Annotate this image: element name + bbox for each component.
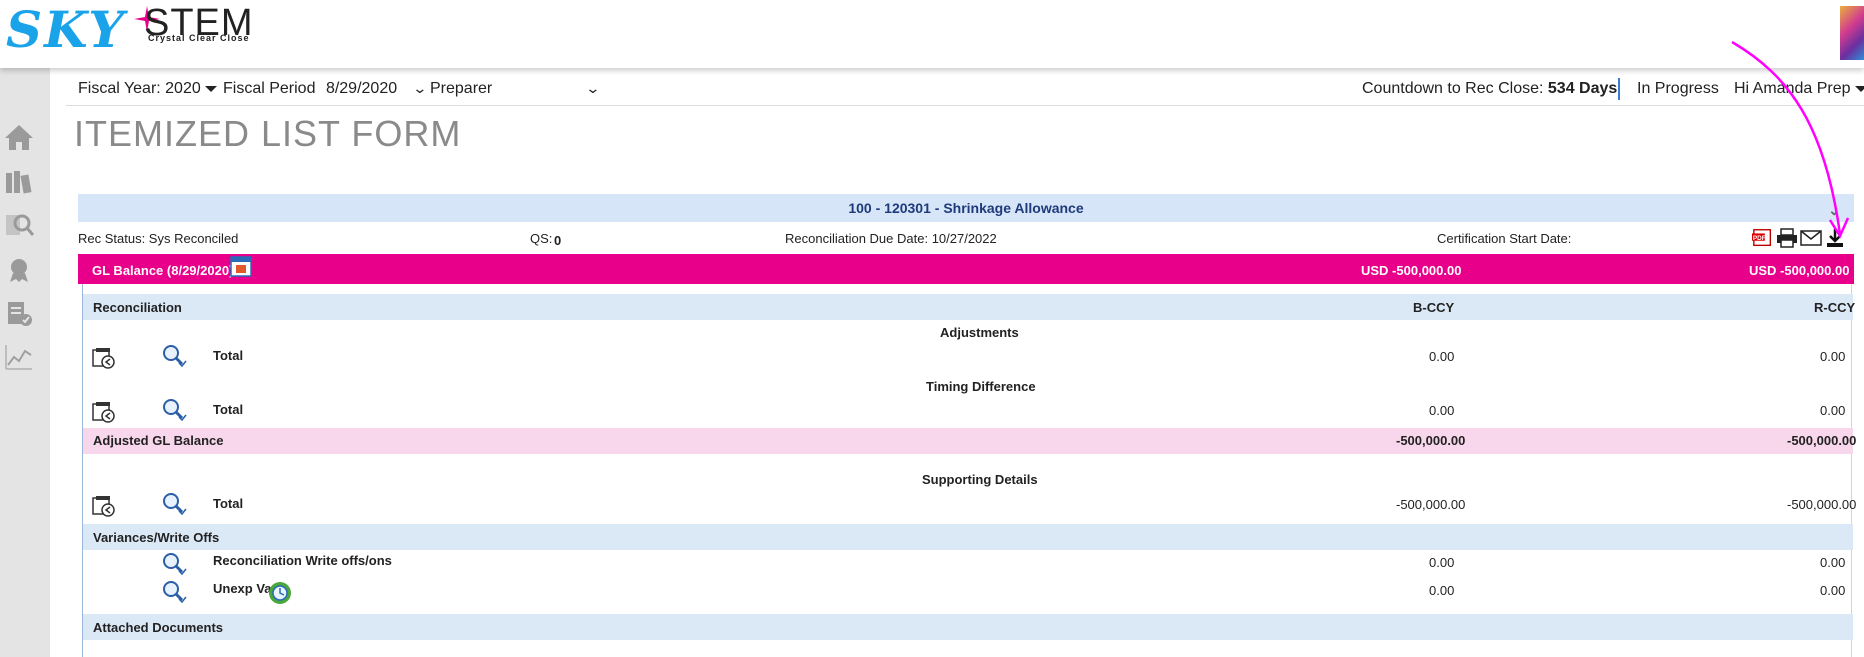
countdown: Countdown to Rec Close: 534 Days bbox=[1362, 80, 1617, 98]
search-detail-icon[interactable] bbox=[161, 492, 187, 516]
filter-bar: Fiscal Year: 2020 Fiscal Period 8/29/202… bbox=[66, 72, 1864, 106]
left-sidebar bbox=[0, 68, 50, 657]
unexp-var-bccy: 0.00 bbox=[1429, 583, 1455, 598]
calendar-icon[interactable] bbox=[230, 255, 252, 277]
supporting-title: Supporting Details bbox=[922, 472, 1038, 487]
adjusted-rccy: -500,000.00 bbox=[1787, 433, 1857, 448]
logo-tagline: Crystal Clear Close bbox=[148, 33, 250, 43]
fiscal-period-label: Fiscal Period bbox=[223, 80, 316, 97]
chevron-down-icon: ⌄ bbox=[584, 80, 601, 96]
supporting-details-section: Supporting Details Total -500,000.00 -50… bbox=[83, 454, 1857, 524]
writeoffs-rccy: 0.00 bbox=[1820, 555, 1846, 570]
top-header: SKY STEM Crystal Clear Close bbox=[0, 0, 1864, 68]
due-date: Reconciliation Due Date: 10/27/2022 bbox=[785, 231, 997, 246]
search-report-icon[interactable] bbox=[2, 208, 36, 242]
library-icon[interactable] bbox=[2, 164, 36, 198]
status-row: Rec Status: Sys Reconciled QS: 0 Reconci… bbox=[78, 222, 1854, 254]
adjustments-total-label: Total bbox=[213, 348, 244, 363]
writeoffs-row: Reconciliation Write offs/ons 0.00 0.00 bbox=[83, 550, 1853, 578]
adjustments-rccy: 0.00 bbox=[1820, 349, 1846, 364]
attached-documents-row: Attached Documents bbox=[83, 614, 1853, 640]
account-header: 100 - 120301 - Shrinkage Allowance ⌄ bbox=[78, 194, 1854, 222]
timing-total-label: Total bbox=[213, 402, 244, 417]
checklist-icon[interactable] bbox=[2, 296, 36, 330]
search-detail-icon[interactable] bbox=[161, 398, 187, 422]
countdown-value: 534 Days bbox=[1547, 80, 1618, 97]
logo-sky-text: SKY bbox=[6, 0, 126, 59]
adjustments-title: Adjustments bbox=[940, 325, 1019, 340]
reconciliation-grid: Reconciliation B-CCY R-CCY Adjustments T… bbox=[82, 284, 1857, 657]
countdown-label: Countdown to Rec Close: bbox=[1362, 80, 1544, 97]
rec-status: Rec Status: Sys Reconciled bbox=[78, 231, 239, 246]
divider bbox=[1618, 78, 1620, 100]
search-detail-icon[interactable] bbox=[161, 580, 187, 604]
refresh-icon[interactable] bbox=[267, 580, 293, 606]
adjusted-gl-balance-row: Adjusted GL Balance -500,000.00 -500,000… bbox=[83, 428, 1857, 454]
supporting-total-label: Total bbox=[213, 496, 244, 511]
gl-balance-label: GL Balance (8/29/2020) bbox=[92, 263, 234, 278]
role-dropdown[interactable]: Preparer ⌄ bbox=[430, 80, 601, 98]
adjustments-bccy: 0.00 bbox=[1429, 349, 1455, 364]
timing-rccy: 0.00 bbox=[1820, 403, 1846, 418]
writeoffs-label: Reconciliation Write offs/ons bbox=[213, 553, 392, 568]
add-item-icon[interactable] bbox=[91, 494, 117, 518]
fiscal-year-label: Fiscal Year: 2020 bbox=[78, 80, 201, 97]
analytics-icon[interactable] bbox=[2, 340, 36, 374]
writeoffs-bccy: 0.00 bbox=[1429, 555, 1455, 570]
qs-value: 0 bbox=[554, 233, 562, 248]
adjustments-section: Adjustments Total 0.00 0.00 bbox=[83, 320, 1853, 374]
reconciliation-label: Reconciliation bbox=[93, 300, 182, 315]
gl-balance-bccy: USD -500,000.00 bbox=[1361, 263, 1462, 278]
fiscal-period-dropdown[interactable]: Fiscal Period 8/29/2020 ⌄ bbox=[223, 80, 428, 98]
account-title: 100 - 120301 - Shrinkage Allowance bbox=[848, 200, 1084, 216]
certification-icon[interactable] bbox=[2, 252, 36, 286]
home-icon[interactable] bbox=[2, 120, 36, 154]
supporting-rccy: -500,000.00 bbox=[1787, 497, 1857, 512]
timing-difference-section: Timing Difference Total 0.00 0.00 bbox=[83, 374, 1853, 428]
fiscal-period-value: 8/29/2020 bbox=[325, 80, 398, 97]
adjusted-gl-balance-label: Adjusted GL Balance bbox=[93, 433, 224, 448]
caret-down-icon bbox=[204, 85, 217, 92]
unexp-var-rccy: 0.00 bbox=[1820, 583, 1846, 598]
variances-header-row: Variances/Write Offs bbox=[83, 524, 1853, 550]
unexplained-variance-row: Unexp Var 0.00 0.00 bbox=[83, 578, 1853, 608]
role-value: Preparer bbox=[430, 80, 493, 97]
gl-balance-rccy: USD -500,000.00 bbox=[1749, 263, 1850, 278]
supporting-bccy: -500,000.00 bbox=[1396, 497, 1466, 512]
add-item-icon[interactable] bbox=[91, 400, 117, 424]
chevron-down-icon: ⌄ bbox=[411, 80, 428, 96]
variances-label: Variances/Write Offs bbox=[93, 530, 220, 545]
qs-label: QS: bbox=[530, 231, 553, 246]
bccy-column-header: B-CCY bbox=[1413, 300, 1455, 315]
fiscal-year-dropdown[interactable]: Fiscal Year: 2020 bbox=[78, 80, 217, 98]
rccy-column-header: R-CCY bbox=[1814, 300, 1856, 315]
add-item-icon[interactable] bbox=[91, 346, 117, 370]
skystem-logo[interactable]: SKY STEM Crystal Clear Close bbox=[6, 0, 276, 60]
timing-bccy: 0.00 bbox=[1429, 403, 1455, 418]
attached-documents-label: Attached Documents bbox=[93, 620, 224, 635]
certification-start: Certification Start Date: bbox=[1437, 231, 1572, 246]
timing-title: Timing Difference bbox=[926, 379, 1036, 394]
adjusted-bccy: -500,000.00 bbox=[1396, 433, 1466, 448]
search-detail-icon[interactable] bbox=[161, 344, 187, 368]
gl-balance-bar: GL Balance (8/29/2020) USD -500,000.00 U… bbox=[78, 254, 1854, 284]
reconciliation-header-row: Reconciliation B-CCY R-CCY bbox=[83, 294, 1856, 320]
search-detail-icon[interactable] bbox=[161, 552, 187, 576]
page-title: ITEMIZED LIST FORM bbox=[74, 113, 462, 154]
annotation-arrow-icon bbox=[1731, 40, 1850, 239]
